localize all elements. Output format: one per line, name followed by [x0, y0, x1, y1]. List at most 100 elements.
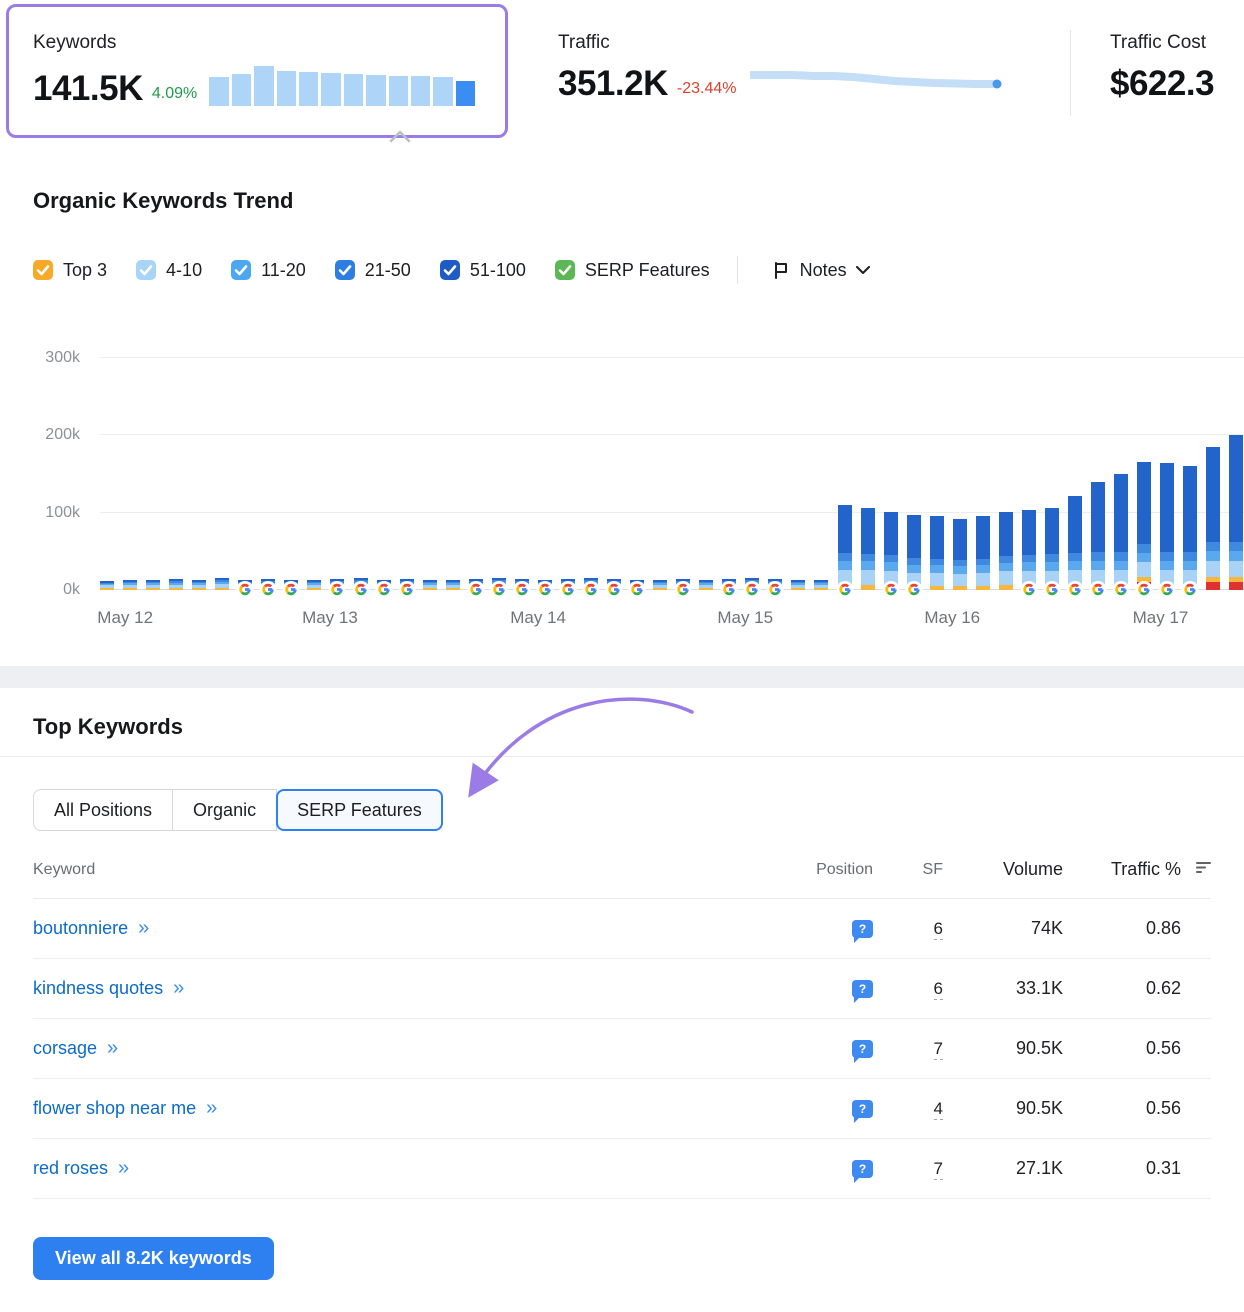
chart-bar[interactable] [630, 580, 644, 590]
keyword-arrow-icon[interactable]: » [118, 1157, 128, 1179]
chart-bar[interactable] [354, 578, 368, 590]
chart-bar[interactable] [838, 505, 852, 590]
legend-item-top-3[interactable]: Top 3 [33, 260, 107, 281]
chart-bar[interactable] [814, 580, 828, 590]
chart-bar[interactable] [515, 579, 529, 590]
chart-bar[interactable] [1114, 474, 1128, 590]
chart-bar[interactable] [584, 578, 598, 590]
column-traffic-pct[interactable]: Traffic % [1111, 859, 1181, 880]
checkbox-top-3[interactable] [33, 260, 53, 280]
chart-bar[interactable] [930, 516, 944, 590]
chart-bar[interactable] [1137, 462, 1151, 590]
chart-bar[interactable] [192, 580, 206, 590]
chart-bar[interactable] [400, 579, 414, 590]
chart-bar[interactable] [100, 581, 114, 590]
column-sf[interactable]: SF [923, 861, 943, 879]
traffic-cost-card[interactable]: Traffic Cost $622.3 [1110, 32, 1244, 101]
tab-serp-features[interactable]: SERP Features [276, 789, 443, 831]
chart-bar[interactable] [676, 579, 690, 590]
chart-bar[interactable] [607, 579, 621, 590]
sf-value[interactable]: 6 [934, 979, 943, 1000]
chart-bar[interactable] [1160, 463, 1174, 590]
chart-bar[interactable] [791, 580, 805, 590]
checkbox-serp-features[interactable] [555, 260, 575, 280]
chart-bar[interactable] [423, 580, 437, 590]
chart-bar[interactable] [446, 580, 460, 590]
chart-bar[interactable] [307, 580, 321, 590]
tab-organic[interactable]: Organic [172, 789, 277, 831]
keyword-link[interactable]: red roses [33, 1158, 108, 1178]
chart-bar[interactable] [884, 512, 898, 590]
checkbox-21-50[interactable] [335, 260, 355, 280]
chart-bar[interactable] [861, 508, 875, 590]
column-position[interactable]: Position [816, 861, 873, 879]
position-serp-feature-icon[interactable]: ? [852, 1100, 873, 1118]
sort-icon[interactable] [1196, 861, 1211, 879]
chart-bar[interactable] [1091, 482, 1105, 590]
position-serp-feature-icon[interactable]: ? [852, 920, 873, 938]
keyword-link[interactable]: boutonniere [33, 918, 128, 938]
chart-bar[interactable] [653, 580, 667, 590]
chart-bar[interactable] [722, 579, 736, 590]
chart-bar[interactable] [1183, 466, 1197, 590]
keyword-link[interactable]: corsage [33, 1038, 97, 1058]
bar-segment [1206, 582, 1220, 590]
chart-bar[interactable] [976, 516, 990, 590]
position-serp-feature-icon[interactable]: ? [852, 1040, 873, 1058]
chart-bar[interactable] [999, 512, 1013, 590]
checkbox-4-10[interactable] [136, 260, 156, 280]
notes-button[interactable]: Notes [765, 259, 876, 282]
legend-item-4-10[interactable]: 4-10 [136, 260, 202, 281]
traffic-pct-value: 0.62 [1146, 978, 1181, 999]
chart-bar[interactable] [768, 579, 782, 590]
checkbox-51-100[interactable] [440, 260, 460, 280]
chart-bar[interactable] [169, 579, 183, 590]
position-serp-feature-icon[interactable]: ? [852, 980, 873, 998]
chart-bar[interactable] [561, 579, 575, 590]
chart-bar[interactable] [745, 578, 759, 590]
chart-bar[interactable] [377, 580, 391, 590]
sf-value[interactable]: 6 [934, 919, 943, 940]
bar-segment [1114, 474, 1128, 552]
sf-value[interactable]: 4 [934, 1099, 943, 1120]
chart-bar[interactable] [261, 579, 275, 590]
chart-bar[interactable] [538, 580, 552, 590]
chart-bar[interactable] [1229, 435, 1243, 590]
chart-bar[interactable] [469, 579, 483, 590]
chart-bar[interactable] [284, 580, 298, 590]
chart-bar[interactable] [1068, 496, 1082, 590]
chart-bar[interactable] [907, 515, 921, 590]
chart-bar[interactable] [699, 580, 713, 590]
chart-bar[interactable] [215, 578, 229, 590]
chart-bar[interactable] [238, 580, 252, 590]
keyword-arrow-icon[interactable]: » [206, 1097, 216, 1119]
position-serp-feature-icon[interactable]: ? [852, 1160, 873, 1178]
keyword-link[interactable]: kindness quotes [33, 978, 163, 998]
sf-value[interactable]: 7 [934, 1039, 943, 1060]
chart-bar[interactable] [1045, 508, 1059, 590]
chart-bar[interactable] [1022, 510, 1036, 590]
keyword-arrow-icon[interactable]: » [138, 917, 148, 939]
chart-bar[interactable] [330, 579, 344, 590]
legend-item-21-50[interactable]: 21-50 [335, 260, 411, 281]
legend-item-serp-features[interactable]: SERP Features [555, 260, 710, 281]
chart-bar[interactable] [492, 578, 506, 590]
metrics-row: Keywords 141.5K 4.09% Traffic 351.2K -23… [0, 0, 1244, 150]
chart-bar[interactable] [146, 580, 160, 590]
keyword-link[interactable]: flower shop near me [33, 1098, 196, 1118]
chart-bar[interactable] [1206, 447, 1220, 590]
keywords-card[interactable]: Keywords 141.5K 4.09% [33, 32, 475, 106]
chart-bar[interactable] [123, 580, 137, 590]
checkbox-11-20[interactable] [231, 260, 251, 280]
tab-all-positions[interactable]: All Positions [33, 789, 173, 831]
legend-item-51-100[interactable]: 51-100 [440, 260, 526, 281]
column-volume[interactable]: Volume [1003, 859, 1063, 880]
traffic-card[interactable]: Traffic 351.2K -23.44% [558, 32, 1002, 101]
chart-bar[interactable] [953, 519, 967, 590]
keyword-arrow-icon[interactable]: » [173, 977, 183, 999]
column-keyword[interactable]: Keyword [33, 861, 733, 879]
view-all-button[interactable]: View all 8.2K keywords [33, 1237, 274, 1280]
keyword-arrow-icon[interactable]: » [107, 1037, 117, 1059]
sf-value[interactable]: 7 [934, 1159, 943, 1180]
legend-item-11-20[interactable]: 11-20 [231, 260, 306, 281]
